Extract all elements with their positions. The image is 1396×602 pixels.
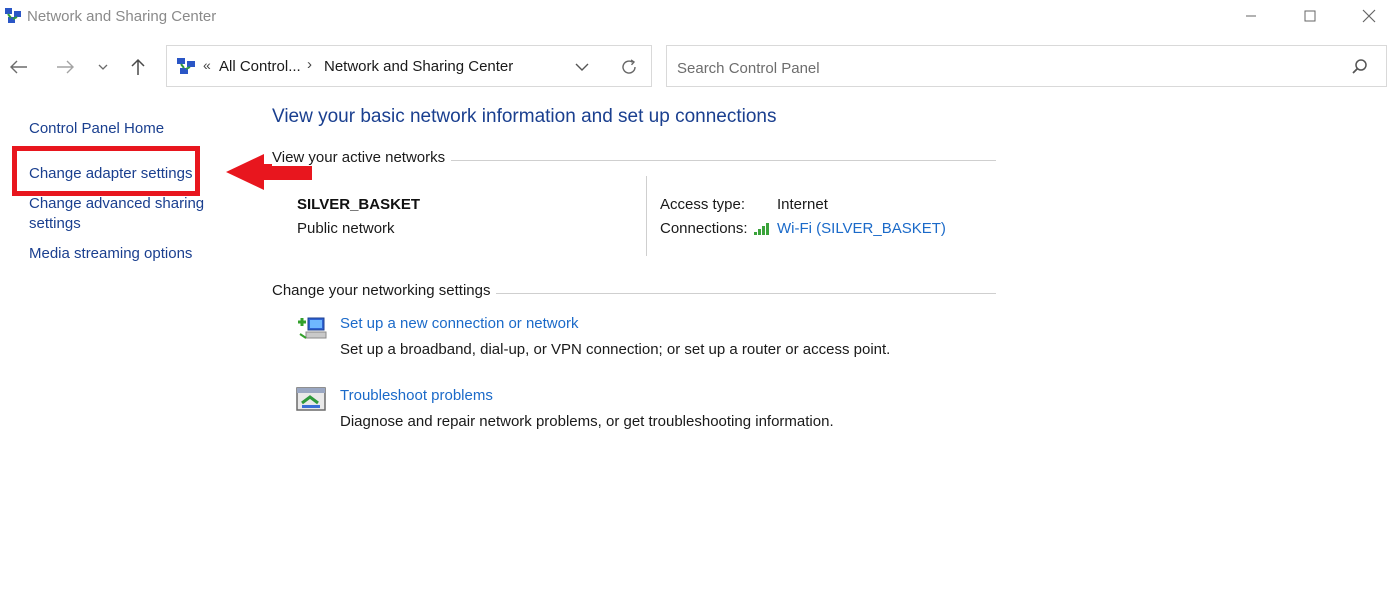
up-arrow-icon xyxy=(131,58,145,75)
title-bar: Network and Sharing Center xyxy=(0,0,1396,34)
active-networks-label: View your active networks xyxy=(272,149,452,166)
back-button[interactable] xyxy=(5,52,33,82)
wifi-connection-link[interactable]: Wi-Fi (SILVER_BASKET) xyxy=(777,220,946,237)
network-divider xyxy=(646,176,647,256)
troubleshoot-icon xyxy=(296,387,326,411)
setup-connection-link[interactable]: Set up a new connection or network xyxy=(340,315,578,332)
up-button[interactable] xyxy=(124,52,152,82)
network-setup-icon xyxy=(298,317,327,339)
window-title: Network and Sharing Center xyxy=(27,8,217,25)
networking-settings-label: Change your networking settings xyxy=(272,282,497,299)
connections-label: Connections: xyxy=(660,220,748,237)
control-panel-icon xyxy=(177,58,195,74)
refresh-button[interactable] xyxy=(618,56,640,78)
page-title: View your basic network information and … xyxy=(272,106,777,127)
recent-locations-button[interactable] xyxy=(89,52,117,82)
search-input[interactable] xyxy=(675,56,1329,80)
breadcrumb-network-center[interactable]: Network and Sharing Center xyxy=(324,58,513,75)
setup-connection-description: Set up a broadband, dial-up, or VPN conn… xyxy=(340,341,891,358)
media-streaming-options-link[interactable]: Media streaming options xyxy=(29,244,192,264)
troubleshoot-problems-link[interactable]: Troubleshoot problems xyxy=(340,387,493,404)
breadcrumb-separator[interactable]: › xyxy=(307,56,312,73)
chevron-down-icon xyxy=(98,64,108,70)
access-type-label: Access type: xyxy=(660,196,746,213)
chevron-down-icon xyxy=(575,63,589,71)
minimize-button[interactable] xyxy=(1228,0,1274,32)
address-overflow[interactable]: « xyxy=(203,57,211,73)
maximize-icon xyxy=(1304,10,1316,22)
change-advanced-sharing-link[interactable]: Change advanced sharing settings xyxy=(29,194,219,234)
close-icon xyxy=(1362,9,1376,23)
network-type-link: Public network xyxy=(297,220,395,237)
minimize-icon xyxy=(1246,15,1256,17)
network-name: SILVER_BASKET xyxy=(297,196,421,213)
breadcrumb-all-control-panel[interactable]: All Control... xyxy=(219,58,301,75)
control-panel-home-link[interactable]: Control Panel Home xyxy=(29,119,164,139)
forward-arrow-icon xyxy=(57,60,74,74)
annotation-highlight-box xyxy=(12,146,200,196)
network-center-icon xyxy=(5,8,21,23)
forward-button[interactable] xyxy=(51,52,79,82)
maximize-button[interactable] xyxy=(1287,0,1333,32)
refresh-icon xyxy=(622,59,636,74)
access-type-value: Internet xyxy=(777,196,828,213)
search-icon[interactable] xyxy=(1351,58,1369,76)
address-bar[interactable]: « All Control... › Network and Sharing C… xyxy=(166,45,652,87)
back-arrow-icon xyxy=(10,60,27,74)
address-dropdown-button[interactable] xyxy=(571,56,593,78)
wifi-signal-icon xyxy=(754,223,769,235)
search-box[interactable] xyxy=(666,45,1387,87)
troubleshoot-description: Diagnose and repair network problems, or… xyxy=(340,413,834,430)
close-button[interactable] xyxy=(1346,0,1392,32)
